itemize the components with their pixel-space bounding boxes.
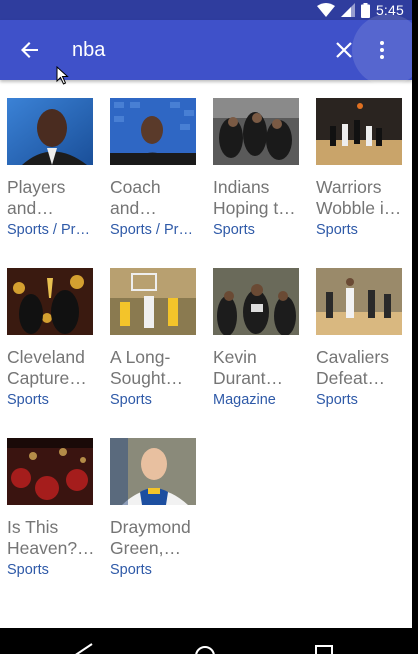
result-thumbnail xyxy=(213,268,299,335)
result-category: Sports xyxy=(316,222,358,238)
result-category: Magazine xyxy=(213,392,276,408)
result-card[interactable]: Kevin Durant… Magazine xyxy=(213,268,301,408)
result-category: Sports xyxy=(213,222,255,238)
result-thumbnail xyxy=(110,98,196,165)
app-screen: 5:45 nba Players and… Sports / Pr… Coach… xyxy=(0,0,412,654)
result-category: Sports xyxy=(110,562,152,578)
result-thumbnail xyxy=(7,438,93,505)
more-options-button[interactable] xyxy=(352,14,412,86)
result-category: Sports xyxy=(316,392,358,408)
result-card[interactable]: Warriors Wobble i… Sports xyxy=(316,98,404,238)
result-title: Indians Hoping t… xyxy=(213,177,296,218)
result-category: Sports / Pr… xyxy=(110,222,193,238)
nav-home-icon[interactable] xyxy=(194,642,216,654)
back-arrow-icon xyxy=(21,42,38,58)
result-thumbnail xyxy=(110,438,196,505)
result-card[interactable]: Players and… Sports / Pr… xyxy=(7,98,95,238)
result-card[interactable]: Coach and… Sports / Pr… xyxy=(110,98,198,238)
battery-icon xyxy=(360,2,370,18)
result-title: Warriors Wobble i… xyxy=(316,177,402,218)
result-title: A Long- Sought… xyxy=(110,347,183,388)
result-category: Sports xyxy=(110,392,152,408)
result-title: Cleveland Capture… xyxy=(7,347,87,388)
nav-back-icon[interactable] xyxy=(72,642,94,654)
result-title: Is This Heaven?… xyxy=(7,517,95,558)
result-card[interactable]: Indians Hoping t… Sports xyxy=(213,98,301,238)
result-thumbnail xyxy=(7,98,93,165)
search-input[interactable] xyxy=(72,34,312,66)
result-card[interactable]: Cleveland Capture… Sports xyxy=(7,268,95,408)
result-category: Sports xyxy=(7,562,49,578)
wifi-icon xyxy=(316,3,335,17)
result-thumbnail xyxy=(110,268,196,335)
signal-icon xyxy=(340,3,355,17)
result-title: Players and… xyxy=(7,177,66,218)
nav-recent-apps-icon[interactable] xyxy=(314,642,334,654)
result-title: Draymond Green,… xyxy=(110,517,191,558)
result-thumbnail xyxy=(213,98,299,165)
result-thumbnail xyxy=(316,98,402,165)
navigation-bar xyxy=(0,628,412,654)
result-thumbnail xyxy=(7,268,93,335)
result-title: Coach and… xyxy=(110,177,161,218)
close-icon xyxy=(336,42,352,58)
result-thumbnail xyxy=(316,268,402,335)
result-card[interactable]: Cavaliers Defeat… Sports xyxy=(316,268,404,408)
result-card[interactable]: Draymond Green,… Sports xyxy=(110,438,198,578)
result-category: Sports xyxy=(7,392,49,408)
result-category: Sports / Pr… xyxy=(7,222,90,238)
result-title: Cavaliers Defeat… xyxy=(316,347,389,388)
result-card[interactable]: Is This Heaven?… Sports xyxy=(7,438,95,578)
mouse-cursor-icon xyxy=(56,66,69,85)
back-button[interactable] xyxy=(12,32,48,68)
result-title: Kevin Durant… xyxy=(213,347,284,388)
status-bar: 5:45 xyxy=(0,0,412,20)
result-card[interactable]: A Long- Sought… Sports xyxy=(110,268,198,408)
more-vert-icon xyxy=(380,41,384,59)
